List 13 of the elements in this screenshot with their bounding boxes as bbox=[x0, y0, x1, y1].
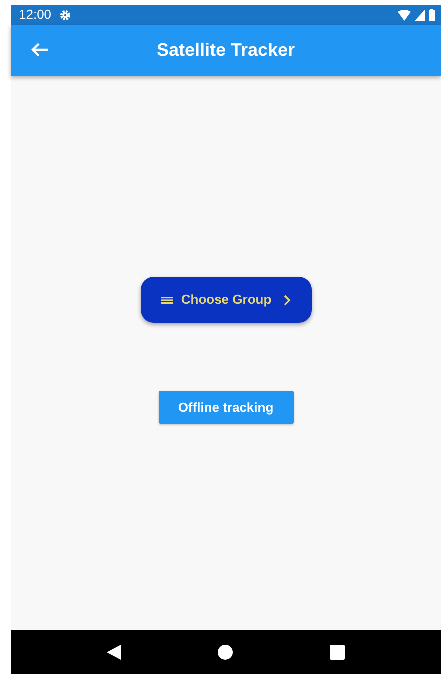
back-nav-icon[interactable] bbox=[107, 644, 122, 660]
gear-icon bbox=[60, 10, 71, 20]
recents-nav-icon[interactable] bbox=[330, 644, 345, 660]
back-arrow-icon[interactable] bbox=[31, 42, 49, 58]
battery-icon bbox=[429, 9, 435, 21]
wifi-icon bbox=[398, 10, 411, 20]
choose-group-button[interactable]: Choose Group bbox=[140, 277, 312, 323]
home-nav-icon[interactable] bbox=[218, 644, 233, 660]
app-title: Satellite Tracker bbox=[156, 39, 296, 62]
signal-icon bbox=[415, 10, 425, 20]
chevron-right-icon bbox=[284, 294, 291, 306]
status-time: 12:00 bbox=[19, 6, 52, 24]
list-icon bbox=[161, 296, 174, 304]
